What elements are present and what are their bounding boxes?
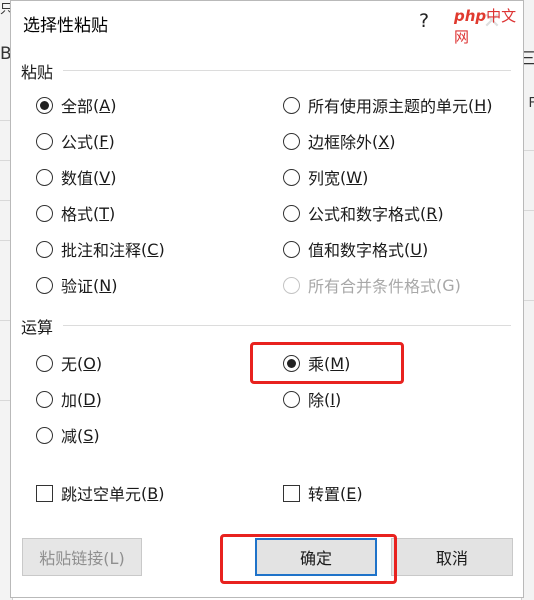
checkbox[interactable]: [283, 484, 300, 502]
radio-paste-values[interactable]: 数值(V): [36, 164, 116, 190]
radio-button[interactable]: [36, 390, 53, 408]
option-label: 公式: [61, 133, 94, 152]
radio-button[interactable]: [283, 390, 300, 408]
paste-special-dialog: 选择性粘贴 ? ✕ php中文网 粘贴 全部(A) 公式(F) 数值(V) 格式…: [10, 0, 524, 598]
option-label: 跳过空单元: [61, 485, 142, 504]
radio-operation-none[interactable]: 无(O): [36, 350, 102, 376]
accelerator-key: W: [346, 167, 363, 187]
option-label: 格式: [61, 205, 94, 224]
paste-link-button: 粘贴链接(L): [22, 538, 142, 576]
radio-button[interactable]: [36, 276, 53, 294]
radio-button[interactable]: [36, 132, 53, 150]
accelerator-key: D: [83, 389, 96, 409]
operation-section-label: 运算: [21, 318, 54, 337]
option-label: 公式和数字格式: [308, 205, 421, 224]
help-button[interactable]: ?: [412, 10, 436, 36]
radio-paste-column-widths[interactable]: 列宽(W): [283, 164, 368, 190]
cancel-button[interactable]: 取消: [391, 538, 513, 576]
paste-section-label: 粘贴: [21, 63, 54, 82]
option-label: 批注和注释: [61, 241, 142, 260]
option-label: 所有使用源主题的单元: [308, 97, 469, 116]
dialog-titlebar: 选择性粘贴 ? ✕: [11, 1, 523, 45]
site-watermark: php中文网: [451, 5, 523, 47]
accelerator-key: U: [410, 239, 422, 259]
radio-paste-values-number-formats[interactable]: 值和数字格式(U): [283, 236, 428, 262]
checkbox-transpose[interactable]: 转置(E): [283, 480, 363, 506]
accelerator-key: F: [99, 131, 109, 151]
radio-button[interactable]: [36, 426, 53, 444]
accelerator-key: B: [147, 483, 159, 503]
radio-button[interactable]: [36, 240, 53, 258]
checkbox-skip-blanks[interactable]: 跳过空单元(B): [36, 480, 165, 506]
radio-paste-source-theme[interactable]: 所有使用源主题的单元(H): [283, 92, 493, 118]
option-label: 转置: [308, 485, 341, 504]
radio-operation-subtract[interactable]: 减(S): [36, 422, 100, 448]
option-label: 边框除外: [308, 133, 373, 152]
accelerator-key: N: [99, 275, 112, 295]
radio-button[interactable]: [36, 168, 53, 186]
accelerator-key: A: [99, 95, 111, 115]
accelerator-key: V: [99, 167, 111, 187]
option-label: 验证: [61, 277, 94, 296]
radio-paste-except-borders[interactable]: 边框除外(X): [283, 128, 395, 154]
radio-button[interactable]: [283, 96, 300, 114]
highlight-box: [220, 534, 397, 584]
spreadsheet-cell-text: F: [528, 96, 534, 111]
accelerator-key: C: [147, 239, 159, 259]
radio-operation-divide[interactable]: 除(I): [283, 386, 341, 412]
accelerator-key: E: [346, 483, 357, 503]
option-label: 列宽: [308, 169, 341, 188]
option-label: 数值: [61, 169, 94, 188]
accelerator-key: R: [426, 203, 438, 223]
option-label: 值和数字格式: [308, 241, 405, 260]
radio-button[interactable]: [36, 204, 53, 222]
accelerator-key: G: [442, 275, 455, 295]
radio-button[interactable]: [283, 132, 300, 150]
radio-paste-comments[interactable]: 批注和注释(C): [36, 236, 165, 262]
highlight-box: [250, 342, 404, 384]
accelerator-key: H: [474, 95, 487, 115]
section-divider: [63, 325, 511, 326]
watermark-php: php: [454, 7, 487, 25]
accelerator-key: S: [83, 425, 94, 445]
option-label: 减: [61, 427, 78, 446]
radio-button: [283, 276, 300, 294]
option-label: 加: [61, 391, 78, 410]
radio-paste-formats[interactable]: 格式(T): [36, 200, 115, 226]
radio-paste-validation[interactable]: 验证(N): [36, 272, 117, 298]
radio-button[interactable]: [283, 204, 300, 222]
dialog-title: 选择性粘贴: [23, 16, 108, 36]
radio-paste-merge-conditional-formats: 所有合并条件格式(G): [283, 272, 461, 298]
accelerator-key: X: [378, 131, 390, 151]
radio-button[interactable]: [36, 354, 53, 372]
option-label: 无: [61, 355, 78, 374]
accelerator-key: I: [330, 389, 335, 409]
section-divider: [63, 70, 511, 71]
radio-paste-formulas-number-formats[interactable]: 公式和数字格式(R): [283, 200, 444, 226]
option-label: 全部: [61, 97, 94, 116]
checkbox[interactable]: [36, 484, 53, 502]
option-label: 所有合并条件格式: [308, 277, 437, 296]
accelerator-key: O: [83, 353, 96, 373]
radio-button[interactable]: [36, 96, 53, 114]
radio-button[interactable]: [283, 168, 300, 186]
radio-operation-add[interactable]: 加(D): [36, 386, 102, 412]
radio-paste-formulas[interactable]: 公式(F): [36, 128, 115, 154]
accelerator-key: T: [99, 203, 110, 223]
radio-paste-all[interactable]: 全部(A): [36, 92, 116, 118]
radio-button[interactable]: [283, 240, 300, 258]
option-label: 除: [308, 391, 325, 410]
